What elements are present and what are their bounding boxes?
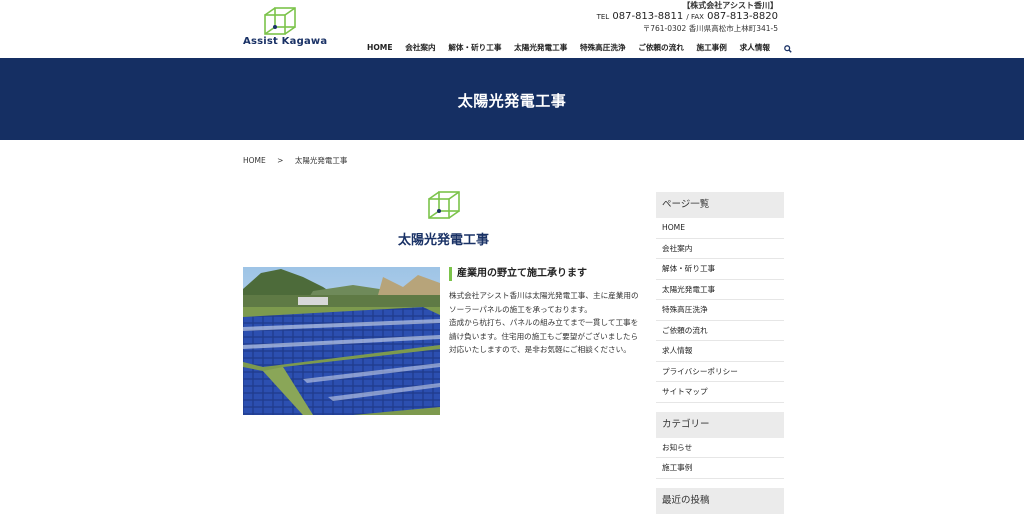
sidebar-category-heading: カテゴリー bbox=[656, 411, 784, 438]
nav-item-company[interactable]: 会社案内 bbox=[405, 42, 435, 53]
page-title: 太陽光発電工事 bbox=[457, 92, 567, 110]
sidebar-item-solar[interactable]: 太陽光発電工事 bbox=[656, 280, 784, 300]
site-header: Assist Kagawa 【株式会社アシスト香川】 TEL 087-813-8… bbox=[0, 0, 1024, 58]
breadcrumb-separator: > bbox=[277, 156, 284, 165]
sidebar-item-privacy[interactable]: プライバシーポリシー bbox=[656, 362, 784, 382]
page-banner: 太陽光発電工事 bbox=[0, 58, 1024, 140]
fax-label: / FAX bbox=[686, 13, 704, 21]
content-paragraph: 株式会社アシスト香川は太陽光発電工事、主に産業用のソーラーパネルの施工を承ってお… bbox=[449, 291, 639, 314]
sidebar-page-list: HOME 会社案内 解体・斫り工事 太陽光発電工事 特殊高圧洗浄 ご依頼の流れ … bbox=[656, 218, 784, 403]
sidebar-pages-heading: ページ一覧 bbox=[656, 192, 784, 218]
section-title: 太陽光発電工事 bbox=[397, 233, 489, 248]
company-name: 【株式会社アシスト香川】 bbox=[682, 1, 778, 10]
sidebar: ページ一覧 HOME 会社案内 解体・斫り工事 太陽光発電工事 特殊高圧洗浄 ご… bbox=[656, 192, 784, 514]
cube-logo-icon bbox=[264, 7, 296, 35]
breadcrumb-current: 太陽光発電工事 bbox=[294, 156, 348, 165]
main-nav: HOME 会社案内 解体・斫り工事 太陽光発電工事 特殊高圧洗浄 ご依頼の流れ … bbox=[367, 37, 792, 53]
sidebar-item-works[interactable]: 施工事例 bbox=[656, 458, 784, 479]
sidebar-item-home[interactable]: HOME bbox=[656, 218, 784, 239]
sidebar-item-news[interactable]: お知らせ bbox=[656, 438, 784, 458]
sidebar-item-demolition[interactable]: 解体・斫り工事 bbox=[656, 259, 784, 280]
content-heading: 産業用の野立て施工承ります bbox=[449, 267, 587, 281]
fax-number: 087-813-8820 bbox=[707, 11, 778, 22]
solar-panel-photo bbox=[243, 267, 440, 415]
logo-text: Assist Kagawa bbox=[243, 36, 328, 47]
breadcrumb-home[interactable]: HOME bbox=[243, 156, 266, 165]
nav-item-solar[interactable]: 太陽光発電工事 bbox=[514, 42, 567, 53]
nav-item-home[interactable]: HOME bbox=[367, 43, 393, 52]
tel-label: TEL bbox=[596, 13, 610, 21]
content-body: 株式会社アシスト香川は太陽光発電工事、主に産業用のソーラーパネルの施工を承ってお… bbox=[449, 289, 644, 357]
nav-item-demolition[interactable]: 解体・斫り工事 bbox=[448, 42, 501, 53]
sidebar-item-company[interactable]: 会社案内 bbox=[656, 239, 784, 259]
nav-item-works[interactable]: 施工事例 bbox=[697, 42, 727, 53]
sidebar-item-recruit[interactable]: 求人情報 bbox=[656, 341, 784, 362]
search-icon[interactable] bbox=[783, 38, 792, 57]
sidebar-item-flow[interactable]: ご依頼の流れ bbox=[656, 321, 784, 341]
content-paragraph: 造成から杭打ち、パネルの組み立てまで一貫して工事を請け負います。住宅用の施工もご… bbox=[449, 318, 639, 355]
cube-icon bbox=[427, 190, 461, 224]
sidebar-recent-heading: 最近の投稿 bbox=[656, 487, 784, 514]
nav-item-flow[interactable]: ご依頼の流れ bbox=[638, 42, 684, 53]
contact-info: 【株式会社アシスト香川】 TEL 087-813-8811 / FAX 087-… bbox=[597, 0, 778, 34]
breadcrumb: HOME > 太陽光発電工事 bbox=[243, 155, 347, 166]
tel-number[interactable]: 087-813-8811 bbox=[612, 11, 683, 22]
address: 〒761-0302 香川県高松市上林町341-5 bbox=[642, 24, 778, 33]
nav-item-high-pressure[interactable]: 特殊高圧洗浄 bbox=[580, 42, 626, 53]
nav-item-recruit[interactable]: 求人情報 bbox=[740, 42, 770, 53]
sidebar-category-list: お知らせ 施工事例 bbox=[656, 438, 784, 479]
phone-fax: TEL 087-813-8811 / FAX 087-813-8820 bbox=[597, 11, 778, 23]
site-logo[interactable]: Assist Kagawa bbox=[243, 6, 327, 48]
sidebar-item-sitemap[interactable]: サイトマップ bbox=[656, 382, 784, 403]
sidebar-item-high-pressure[interactable]: 特殊高圧洗浄 bbox=[656, 300, 784, 321]
